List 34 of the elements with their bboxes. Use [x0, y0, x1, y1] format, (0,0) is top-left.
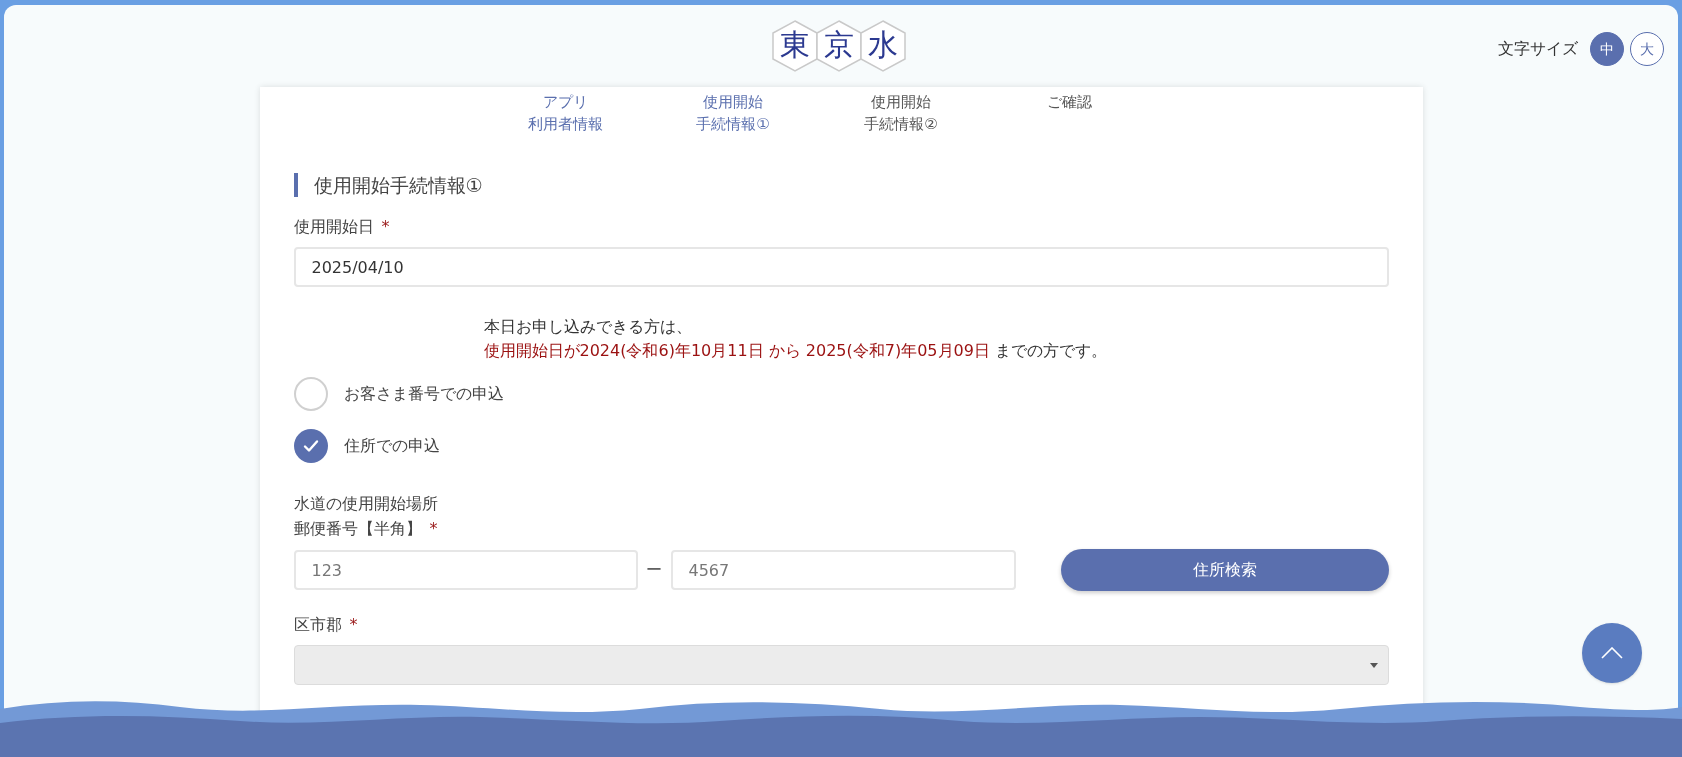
radio-label[interactable]: 住所での申込	[343, 434, 440, 458]
font-size-option[interactable]: 中	[1590, 32, 1624, 66]
step-label: 使用開始 手続情報②	[863, 92, 939, 135]
caret-icon	[1369, 662, 1378, 668]
logo-hexagon: 水	[860, 20, 906, 72]
logo-hexagon: 京	[816, 20, 862, 72]
field-label: 区市郡	[293, 615, 342, 634]
step-label: ご確認	[1045, 92, 1093, 113]
logo[interactable]: 東 京 水	[771, 19, 911, 73]
separator-text: ー	[645, 559, 663, 581]
section-title: 使用開始手続情報①	[313, 172, 483, 198]
notice-text: 本日お申し込みできる方は、	[483, 316, 693, 338]
scroll-top-button[interactable]	[1582, 623, 1642, 683]
logo-hexagon: 東	[772, 20, 818, 72]
radio-button[interactable]	[293, 429, 328, 463]
chevron-up-icon	[1601, 647, 1623, 659]
step-label: アプリ 利用者情報	[526, 92, 604, 135]
font-size-option[interactable]: 大	[1630, 32, 1664, 66]
field-label: 使用開始日	[293, 217, 374, 236]
field-label: 郵便番号【半角】	[293, 519, 422, 538]
radio-label[interactable]: お客さま番号での申込	[343, 382, 504, 406]
address-search-button[interactable]: 住所検索	[1060, 549, 1389, 591]
section-heading: 水道の使用開始場所	[293, 493, 439, 515]
font-size-label: 文字サイズ	[1498, 38, 1578, 60]
step-label: 使用開始 手続情報①	[695, 92, 771, 135]
date-field[interactable]: 2025/04/10	[293, 247, 1389, 287]
required-mark: *	[381, 217, 390, 236]
postal-code-field[interactable]: 123	[293, 550, 638, 590]
radio-button[interactable]	[293, 377, 328, 411]
required-mark: *	[429, 519, 438, 538]
check-icon	[301, 437, 320, 455]
postal-code-field[interactable]: 4567	[670, 550, 1016, 590]
notice-text: 使用開始日が2024(令和6)年10月11日 から 2025(令和7)年05月09日 までの方です。	[483, 340, 1108, 362]
required-mark: *	[349, 615, 358, 634]
